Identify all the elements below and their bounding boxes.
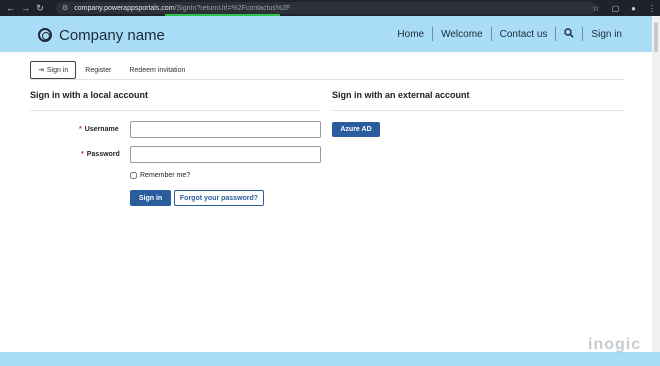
remember-me[interactable]: Remember me? [130, 172, 190, 179]
company-name[interactable]: Company name [59, 27, 165, 44]
username-label-text: Username [84, 126, 119, 133]
remember-me-label: Remember me? [140, 172, 191, 179]
site-footer [0, 352, 660, 366]
scrollbar-thumb[interactable] [654, 22, 658, 52]
forward-icon[interactable]: → [21, 0, 30, 16]
remember-me-checkbox[interactable] [130, 172, 137, 179]
forgot-password-button[interactable]: Forgot your password? [174, 190, 264, 206]
url-path: /SignIn?returnUrl=%2Fcontactus%2F [174, 4, 291, 12]
external-divider [332, 110, 624, 111]
auth-tabs: ⇥ Sign in Register Redeem invitation [30, 61, 194, 79]
menu-icon[interactable]: ⋮ [648, 4, 656, 13]
url-host: company.powerappsportals.com [74, 4, 175, 12]
local-account-title: Sign in with a local account [30, 90, 149, 100]
username-input[interactable] [130, 121, 321, 138]
reload-icon[interactable]: ↻ [36, 0, 44, 16]
watermark-logo: inogic [588, 336, 642, 353]
tab-sign-in[interactable]: ⇥ Sign in [30, 61, 77, 79]
search-icon[interactable] [556, 27, 582, 41]
username-label: * Username [79, 126, 119, 133]
nav-welcome[interactable]: Welcome [433, 29, 491, 40]
local-divider [30, 110, 320, 111]
logo-icon[interactable] [38, 28, 52, 42]
password-input[interactable] [130, 146, 321, 163]
browser-nav: ← → ↻ [0, 0, 44, 16]
password-label: * Password [81, 151, 120, 158]
password-label-text: Password [86, 151, 120, 158]
site-settings-icon[interactable]: ⚙ [62, 4, 68, 12]
tab-sign-in-label: Sign in [46, 66, 69, 74]
profile-icon[interactable]: ● [631, 4, 636, 13]
address-bar[interactable]: ⚙ company.powerappsportals.com/SignIn?re… [56, 2, 596, 14]
required-mark: * [79, 126, 82, 133]
nav-home[interactable]: Home [389, 29, 432, 40]
browser-toolbar: ← → ↻ ⚙ company.powerappsportals.com/Sig… [0, 0, 660, 16]
sign-in-button[interactable]: Sign in [130, 190, 171, 206]
tab-redeem-invitation[interactable]: Redeem invitation [120, 61, 194, 79]
browser-actions: ☆ ▢ ● ⋮ [592, 0, 656, 16]
azure-ad-button[interactable]: Azure AD [332, 122, 380, 137]
site-header: Company name Home Welcome Contact us Sig… [0, 16, 660, 52]
nav-sign-in[interactable]: Sign in [583, 29, 630, 40]
nav-contact-us[interactable]: Contact us [492, 29, 556, 40]
extensions-icon[interactable]: ▢ [612, 4, 620, 13]
sign-in-arrow-icon: ⇥ [38, 67, 44, 74]
back-icon[interactable]: ← [6, 0, 15, 16]
star-icon[interactable]: ☆ [592, 4, 599, 13]
tab-register[interactable]: Register [76, 61, 120, 79]
tabs-divider [30, 79, 624, 80]
required-mark: * [81, 151, 84, 158]
page-scrollbar[interactable] [652, 16, 660, 352]
top-nav: Home Welcome Contact us Sign in [389, 16, 630, 52]
external-account-title: Sign in with an external account [332, 90, 470, 100]
